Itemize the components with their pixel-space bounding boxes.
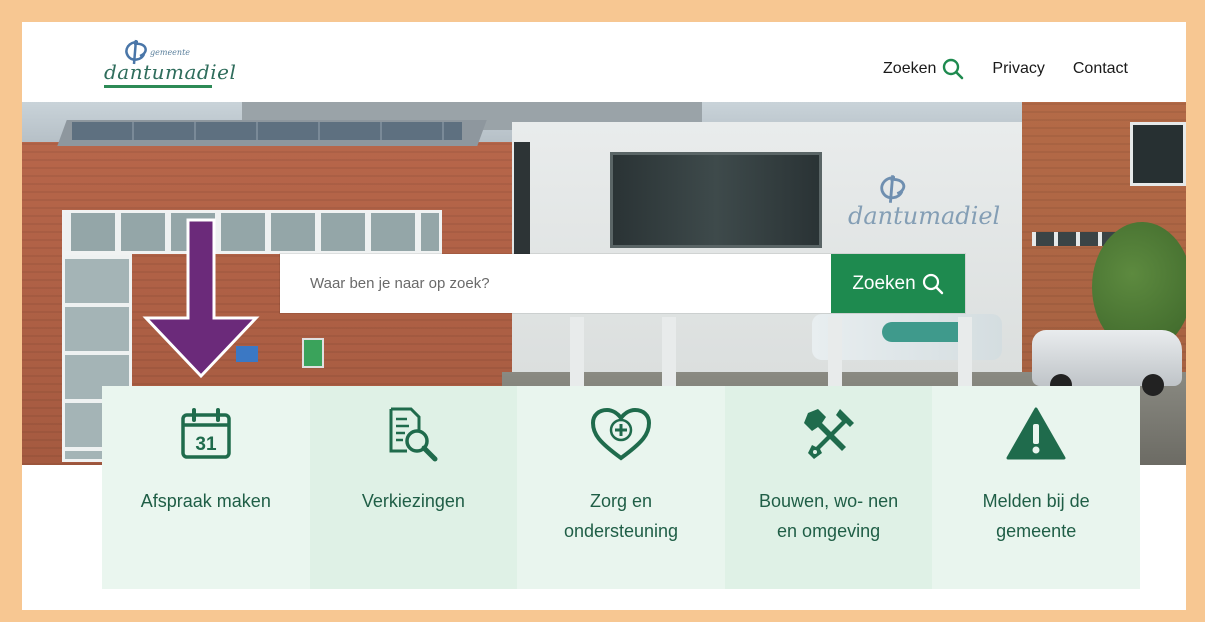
calendar-day: 31 xyxy=(195,434,217,455)
hero-dark-window xyxy=(610,152,822,248)
nav-contact-link[interactable]: Contact xyxy=(1073,60,1128,78)
tile-afspraak-maken[interactable]: 31 Afspraak maken xyxy=(102,386,310,589)
tile-label: Bouwen, wo- nen en omgeving xyxy=(759,491,899,541)
search-button-label: Zoeken xyxy=(852,272,916,294)
logo-small-text: gemeente xyxy=(150,48,191,57)
car-wheel xyxy=(1142,374,1164,396)
site-header: gemeente dantumadiel Zoeken Privacy Cont… xyxy=(22,22,1186,102)
search-bar: Zoeken xyxy=(280,254,965,313)
tile-label: Verkiezingen xyxy=(361,491,465,511)
building-logo-icon xyxy=(880,175,906,203)
tile-label: Melden bij de gemeente xyxy=(982,491,1090,541)
warning-icon xyxy=(1005,404,1067,464)
tile-label: Zorg en ondersteuning xyxy=(563,491,679,541)
tile-verkiezingen[interactable]: Verkiezingen xyxy=(309,386,518,589)
site-logo[interactable]: gemeente dantumadiel xyxy=(102,38,236,88)
nav-search-link[interactable]: Zoeken xyxy=(883,58,964,80)
search-icon xyxy=(922,273,943,294)
tile-bouwen-wonen-omgeving[interactable]: Bouwen, wo- nen en omgeving xyxy=(724,386,933,589)
hero-dark-column xyxy=(514,142,530,262)
hero-right-windows xyxy=(1130,122,1186,186)
hero-car xyxy=(1032,330,1182,396)
search-input[interactable] xyxy=(280,254,831,313)
tile-melden-bij-de-gemeente[interactable]: Melden bij de gemeente xyxy=(932,386,1140,589)
nav-search-label: Zoeken xyxy=(883,60,937,77)
logo-word: dantumadiel xyxy=(104,60,237,84)
tile-label: Afspraak maken xyxy=(140,491,271,511)
nav-privacy-link[interactable]: Privacy xyxy=(992,60,1044,78)
down-arrow-icon xyxy=(142,218,260,379)
browser-frame: gemeente dantumadiel Zoeken Privacy Cont… xyxy=(22,22,1186,610)
hero-green-box xyxy=(302,338,324,368)
hero-solar-panels xyxy=(72,122,462,140)
search-icon xyxy=(943,58,964,80)
heart-plus-icon xyxy=(589,404,653,464)
calendar-icon: 31 xyxy=(179,404,233,464)
top-nav: Zoeken Privacy Contact xyxy=(883,58,1128,80)
building-sign-word: dantumadiel xyxy=(848,202,1001,230)
search-button[interactable]: Zoeken xyxy=(831,254,965,313)
service-tiles: 31 Afspraak maken Verkiezingen Zorg en o… xyxy=(102,386,1140,589)
logo-underline xyxy=(104,85,212,88)
document-search-icon xyxy=(385,404,441,464)
tools-icon xyxy=(800,404,858,464)
tile-zorg-en-ondersteuning[interactable]: Zorg en ondersteuning xyxy=(517,386,725,589)
